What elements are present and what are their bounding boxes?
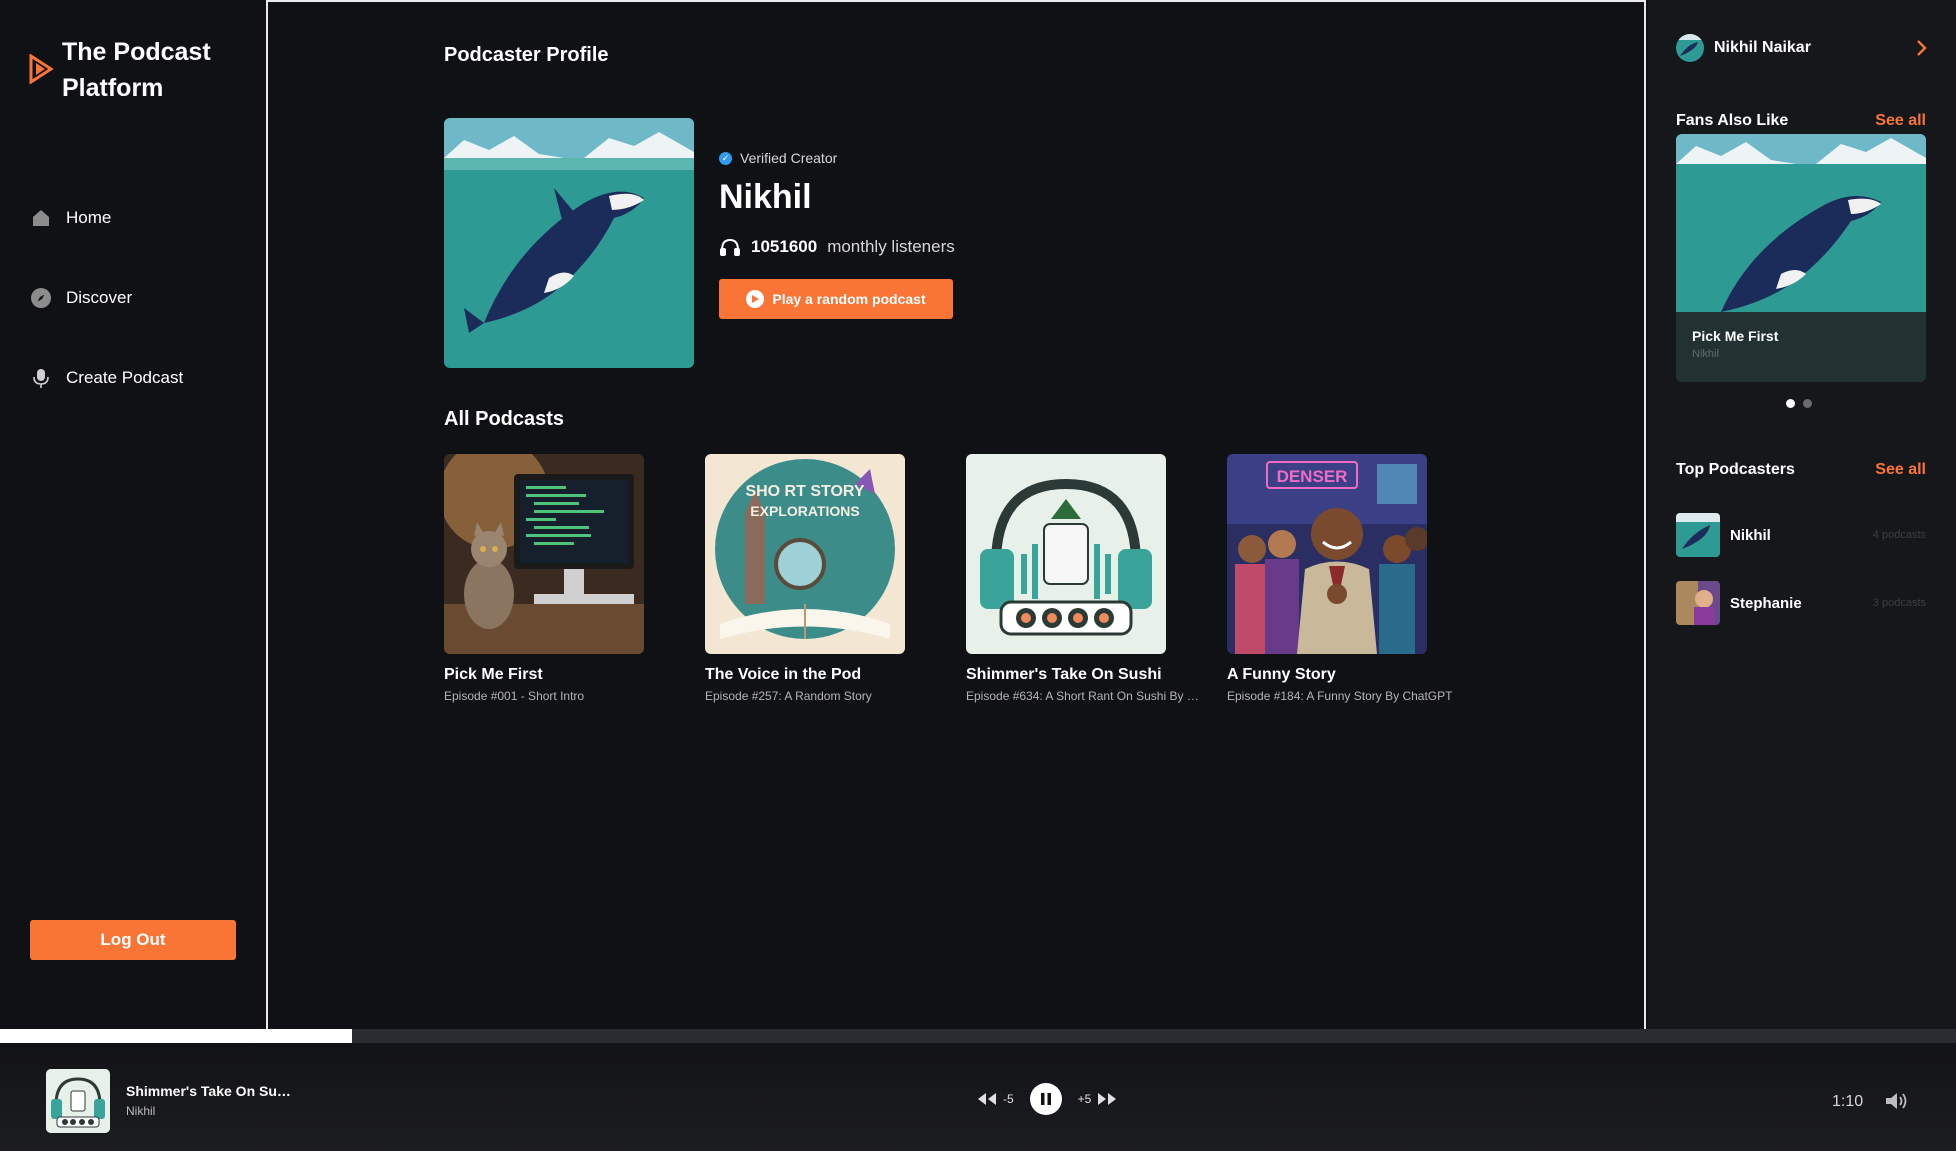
headphones-icon <box>720 238 740 256</box>
rewind-icon <box>978 1093 996 1105</box>
player-bar: Shimmer's Take On Sushi Nikhil -5 +5 1:1… <box>0 1043 1956 1151</box>
fans-also-like-title: Fans Also Like <box>1676 112 1789 129</box>
all-podcasts-title: All Podcasts <box>444 408 565 430</box>
now-playing-cover[interactable] <box>46 1069 110 1133</box>
podcast-subtitle: Episode #634: A Short Rant On Sushi By S… <box>966 689 1206 703</box>
top-podcasters-header: Top Podcasters See all <box>1676 461 1926 479</box>
playback-progress-fill <box>0 1029 353 1043</box>
carousel-dot[interactable] <box>1786 399 1795 408</box>
podcaster-name: Nikhil <box>1730 526 1771 544</box>
cover-text-story-line1: SHO RT STORY <box>745 483 864 500</box>
user-name: Nikhil Naikar <box>1714 39 1811 56</box>
verified-icon: ✓ <box>719 151 732 165</box>
podcast-card[interactable]: SHO RT STORY EXPLORATIONS The Voice in t… <box>705 454 905 703</box>
pause-icon <box>1040 1093 1051 1105</box>
listener-stats: 1051600 monthly listeners <box>719 237 955 257</box>
top-podcasters-title: Top Podcasters <box>1676 461 1795 478</box>
listener-count: 1051600 <box>751 237 818 256</box>
user-profile-link[interactable]: Nikhil Naikar <box>1676 34 1928 62</box>
fan-card-image <box>1676 134 1926 312</box>
carousel-dots <box>1786 399 1812 408</box>
play-random-podcast-button[interactable]: Play a random podcast <box>719 279 953 319</box>
podcaster-avatar <box>1676 581 1720 625</box>
app-title: The Podcast Platform <box>62 38 211 102</box>
podcaster-count: 4 podcasts <box>1872 529 1926 541</box>
top-podcasters-see-all-link[interactable]: See all <box>1875 461 1926 479</box>
podcast-cover <box>444 454 644 654</box>
playback-controls: -5 +5 <box>976 1083 1118 1115</box>
podcast-card[interactable]: DENSER A Funny Story Episode #184: A Fun… <box>1227 454 1452 703</box>
forward-label: +5 <box>1077 1092 1092 1106</box>
podcast-grid: Pick Me First Episode #001 - Short Intro… <box>444 454 1452 703</box>
carousel-dot[interactable] <box>1803 399 1812 408</box>
main-nav: Home Discover Create Podcast <box>30 178 183 418</box>
fans-see-all-link[interactable]: See all <box>1875 112 1926 130</box>
play-random-label: Play a random podcast <box>772 291 926 307</box>
left-sidebar: The Podcast Platform Home Discover Create… <box>0 0 268 1030</box>
now-playing-artist: Nikhil <box>126 1104 156 1118</box>
now-playing-title: Shimmer's Take On Sushi <box>126 1083 296 1099</box>
nav-label-home: Home <box>66 208 112 227</box>
forward-icon <box>1098 1093 1117 1105</box>
profile-cover-image <box>444 118 694 368</box>
cover-text-story-line2: EXPLORATIONS <box>750 503 859 519</box>
playback-progress-bar[interactable] <box>0 1029 1956 1043</box>
avatar <box>1676 34 1704 62</box>
fan-card-subtitle: Nikhil <box>1692 348 1719 360</box>
pause-button[interactable] <box>1029 1083 1062 1115</box>
cover-text-neon-sign: DENSER <box>1277 467 1348 486</box>
home-icon <box>30 207 52 229</box>
fans-also-like-header: Fans Also Like See all <box>1676 112 1926 130</box>
rewind-label: -5 <box>1003 1092 1014 1106</box>
app-logo[interactable]: The Podcast Platform <box>28 34 252 106</box>
nav-item-create-podcast[interactable]: Create Podcast <box>30 338 183 418</box>
nav-label-discover: Discover <box>66 288 133 307</box>
nav-label-create-podcast: Create Podcast <box>66 368 184 387</box>
top-podcaster-item[interactable]: Stephanie 3 podcasts <box>1676 581 1926 625</box>
volume-icon[interactable] <box>1884 1091 1908 1111</box>
podcaster-count: 3 podcasts <box>1872 597 1926 609</box>
podcast-card[interactable]: Pick Me First Episode #001 - Short Intro <box>444 454 644 703</box>
profile-name: Nikhil <box>719 178 812 216</box>
podcast-cover: SHO RT STORY EXPLORATIONS <box>705 454 905 654</box>
verified-label: Verified Creator <box>740 150 838 166</box>
fan-card[interactable]: Pick Me First Nikhil <box>1676 134 1926 382</box>
logo-play-icon <box>29 54 54 84</box>
main-content: Podcaster Profile ✓ Verified Creator Nik… <box>268 0 1646 1030</box>
podcast-cover: DENSER <box>1227 454 1427 654</box>
podcast-subtitle: Episode #001 - Short Intro <box>444 689 585 703</box>
forward-button[interactable]: +5 <box>1078 1092 1119 1106</box>
podcast-title: The Voice in the Pod <box>705 666 862 683</box>
nav-item-home[interactable]: Home <box>30 178 183 258</box>
playback-time: 1:10 <box>1832 1093 1864 1110</box>
verified-creator: ✓ Verified Creator <box>719 150 955 166</box>
podcast-subtitle: Episode #184: A Funny Story By ChatGPT <box>1227 689 1453 703</box>
rewind-button[interactable]: -5 <box>976 1092 1014 1106</box>
nav-item-discover[interactable]: Discover <box>30 258 183 338</box>
right-sidebar: Nikhil Naikar Fans Also Like See all Pic… <box>1648 0 1956 1030</box>
play-icon <box>746 290 765 308</box>
podcast-card[interactable]: Shimmer's Take On Sushi Episode #634: A … <box>966 454 1206 703</box>
chevron-right-icon <box>1917 40 1927 56</box>
podcaster-avatar <box>1676 513 1720 557</box>
logout-button[interactable]: Log Out <box>30 920 236 960</box>
podcast-title: A Funny Story <box>1227 666 1336 683</box>
podcast-subtitle: Episode #257: A Random Story <box>705 689 872 703</box>
fan-card-meta: Pick Me First Nikhil <box>1676 312 1926 382</box>
listener-suffix: monthly listeners <box>827 237 955 256</box>
fan-card-title: Pick Me First <box>1692 328 1779 344</box>
microphone-icon <box>30 367 52 389</box>
page-title: Podcaster Profile <box>444 44 609 66</box>
podcaster-name: Stephanie <box>1730 594 1802 612</box>
podcast-title: Pick Me First <box>444 666 543 683</box>
profile-info: ✓ Verified Creator Nikhil 1051600 monthl… <box>719 150 955 319</box>
podcast-cover <box>966 454 1166 654</box>
top-podcaster-item[interactable]: Nikhil 4 podcasts <box>1676 513 1926 557</box>
compass-icon <box>30 287 52 309</box>
podcast-title: Shimmer's Take On Sushi <box>966 666 1162 683</box>
